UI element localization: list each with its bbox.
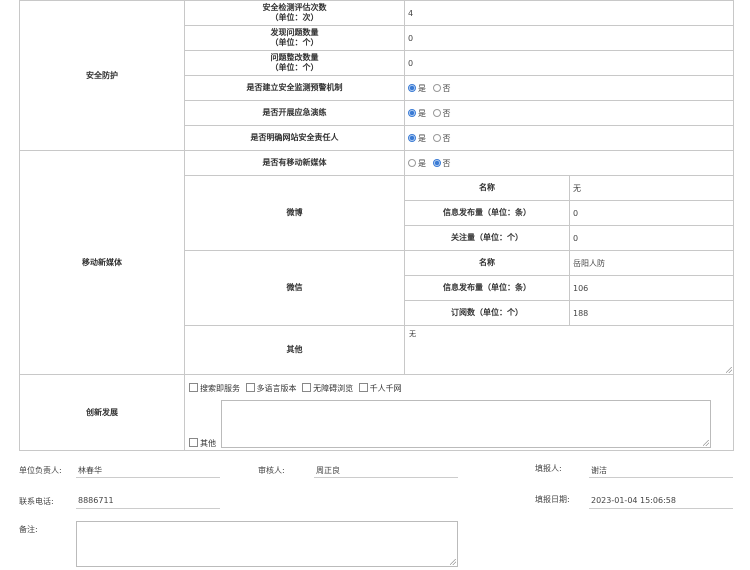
option-other-checkbox[interactable] [189,438,198,447]
monitoring-no-radio[interactable] [432,83,441,92]
innovation-section-label: 创新发展 [19,374,185,451]
option-other-label: 其他 [200,439,216,448]
no-label: 否 [442,133,451,143]
has-media-row: 移动新媒体 是否有移动新媒体 是 否 [19,150,734,375]
weibo-posts-field[interactable]: 0 [569,200,734,226]
monitoring-yes-radio[interactable] [408,83,416,92]
drill-no-radio[interactable] [432,108,441,117]
drill-yes-radio[interactable] [408,108,416,117]
yes-label: 是 [418,108,426,118]
issues-fixed-unit: （单位：个） [270,63,319,72]
unit-head-label: 单位负责人: [19,466,62,475]
wechat-name-label: 名称 [404,250,570,276]
eval-count-row: 安全防护 安全检测评估次数 （单位：次） 4 [19,0,734,151]
security-section-label: 安全防护 [19,0,185,151]
owner-yes-radio[interactable] [408,133,416,142]
yes-label: 是 [418,158,426,168]
weibo-posts-label: 信息发布量（单位：条） [404,200,570,226]
has-media-no-radio[interactable] [432,158,441,167]
media-other-value: 无 [409,330,416,338]
phone-field[interactable]: 8886711 [76,496,220,509]
owner-label: 是否明确网站安全责任人 [184,125,405,151]
eval-count-unit: （单位：次） [270,13,319,22]
issues-found-unit: （单位：个） [270,38,319,47]
innovation-options: 搜索即服务 多语言版本 无障碍浏览 千人千网 其他 [185,375,733,450]
resize-grip-icon[interactable] [450,559,456,565]
yes-label: 是 [418,133,426,143]
has-media-label: 是否有移动新媒体 [184,150,405,176]
owner-no-radio[interactable] [432,133,441,142]
filler-label: 填报人: [535,464,562,473]
yes-label: 是 [418,83,426,93]
drill-label: 是否开展应急演练 [184,100,405,126]
eval-count-label: 安全检测评估次数 [262,3,327,12]
wechat-posts-field[interactable]: 106 [569,275,734,301]
remark-textarea[interactable] [76,521,458,567]
resize-grip-icon[interactable] [726,367,732,373]
issues-found-field[interactable]: 0 [404,25,734,51]
no-label: 否 [442,108,451,118]
report-form-table: 安全防护 安全检测评估次数 （单位：次） 4 发现问题数量 （单位：个） 0 问题整… [19,0,734,451]
no-label: 否 [442,83,451,93]
reviewer-label: 审核人: [258,466,285,475]
issues-fixed-field[interactable]: 0 [404,50,734,76]
option-multilang-label: 多语言版本 [256,384,297,393]
no-label: 否 [442,158,451,168]
monitoring-label: 是否建立安全监测预警机制 [184,75,405,101]
issues-fixed-label: 问题整改数量 [270,53,319,62]
option-accessible-label: 无障碍浏览 [313,384,354,393]
media-other-textarea[interactable]: 无 [405,326,733,374]
phone-label: 联系电话: [19,497,54,506]
media-other-label: 其他 [184,325,405,375]
wechat-name-field[interactable]: 岳阳人防 [569,250,734,276]
has-media-yes-radio[interactable] [408,158,416,167]
date-label: 填报日期: [535,495,570,504]
option-personal-checkbox[interactable] [358,383,368,392]
media-section-label: 移动新媒体 [19,150,185,375]
option-search-label: 搜索即服务 [200,384,240,393]
filler-field[interactable]: 谢洁 [589,465,733,478]
date-field[interactable]: 2023-01-04 15:06:58 [589,496,733,509]
wechat-subs-label: 订阅数（单位：个） [404,300,570,326]
weibo-label: 微博 [184,175,405,251]
option-search-checkbox[interactable] [189,383,198,392]
remark-label: 备注: [19,525,38,534]
wechat-subs-field[interactable]: 188 [569,300,734,326]
innovation-other-textarea[interactable] [221,400,711,448]
reviewer-field[interactable]: 周正良 [314,465,458,478]
issues-found-label: 发现问题数量 [270,28,319,37]
weibo-follow-label: 关注量（单位：个） [404,225,570,251]
weibo-follow-field[interactable]: 0 [569,225,734,251]
resize-grip-icon[interactable] [703,440,709,446]
option-accessible-checkbox[interactable] [302,383,312,392]
unit-head-field[interactable]: 林春华 [76,465,220,478]
weibo-name-label: 名称 [404,175,570,201]
wechat-label: 微信 [184,250,405,326]
wechat-posts-label: 信息发布量（单位：条） [404,275,570,301]
option-personal-label: 千人千网 [369,384,402,393]
eval-count-field[interactable]: 4 [404,0,734,26]
weibo-name-field[interactable]: 无 [569,175,734,201]
option-multilang-checkbox[interactable] [245,383,255,392]
innovation-row: 创新发展 搜索即服务 多语言版本 无障碍浏览 千人千网 其他 [19,374,734,451]
